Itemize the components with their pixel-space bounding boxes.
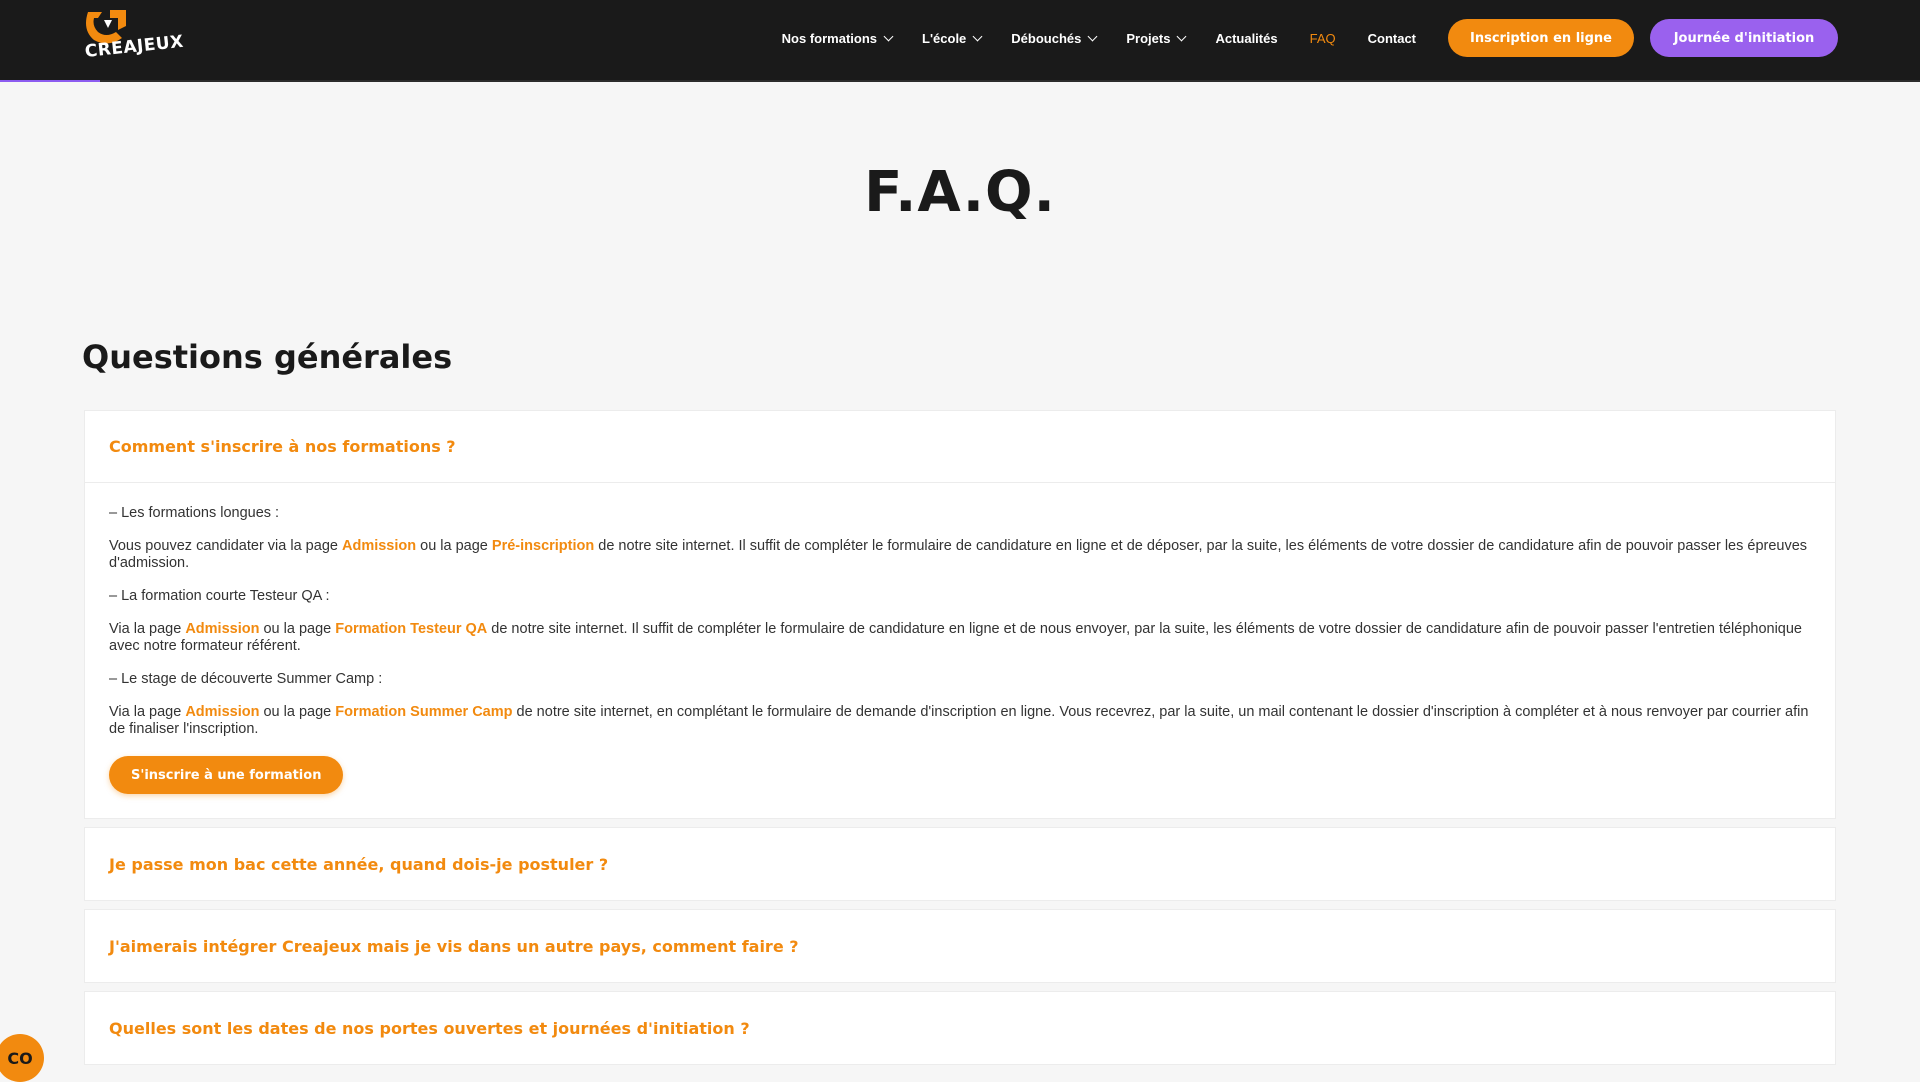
- section-title: Questions générales: [82, 338, 453, 376]
- nav-label: FAQ: [1309, 30, 1336, 46]
- faq-question-toggle[interactable]: Quelles sont les dates de nos portes ouv…: [85, 992, 1835, 1064]
- nav-item-contact[interactable]: Contact: [1368, 0, 1416, 76]
- nav-item-ecole[interactable]: L'école: [922, 0, 983, 76]
- chevron-down-icon: [883, 31, 894, 41]
- creajeux-logo[interactable]: CREAJEUX: [82, 8, 212, 72]
- sinscrire-formation-button[interactable]: S'inscrire à une formation: [109, 756, 344, 794]
- nav-label: Projets: [1126, 30, 1171, 46]
- answer-paragraph: Via la page Admission ou la page Formati…: [109, 621, 1811, 655]
- cookie-consent-badge[interactable]: CO: [0, 1034, 44, 1082]
- nav-label: Actualités: [1215, 30, 1278, 46]
- faq-question-toggle[interactable]: Comment s'inscrire à nos formations ?: [85, 411, 1835, 483]
- nav-label: L'école: [922, 30, 967, 46]
- answer-text: ou la page: [416, 538, 492, 554]
- nav-item-debouches[interactable]: Débouchés: [1011, 0, 1098, 76]
- formation-summer-camp-link[interactable]: Formation Summer Camp: [335, 704, 512, 720]
- faq-question-toggle[interactable]: Je passe mon bac cette année, quand dois…: [85, 828, 1835, 900]
- nav-label: Contact: [1367, 30, 1416, 46]
- faq-item: Je passe mon bac cette année, quand dois…: [84, 827, 1836, 901]
- answer-text: Via la page: [109, 621, 186, 637]
- chevron-down-icon: [972, 31, 983, 41]
- page-title: F.A.Q.: [864, 160, 1056, 225]
- answer-text: ou la page: [259, 704, 336, 720]
- answer-text: Via la page: [109, 704, 186, 720]
- journee-initiation-button[interactable]: Journée d'initiation: [1650, 19, 1838, 57]
- pre-inscription-link[interactable]: Pré-inscription: [492, 538, 594, 554]
- faq-item: J'aimerais intégrer Creajeux mais je vis…: [84, 909, 1836, 983]
- faq-answer: – Les formations longues : Vous pouvez c…: [85, 483, 1835, 818]
- answer-paragraph: Vous pouvez candidater via la page Admis…: [109, 538, 1811, 572]
- answer-heading: – Le stage de découverte Summer Camp :: [109, 671, 383, 687]
- faq-question-toggle[interactable]: J'aimerais intégrer Creajeux mais je vis…: [85, 910, 1835, 982]
- formation-testeur-qa-link[interactable]: Formation Testeur QA: [335, 621, 487, 637]
- nav-item-faq[interactable]: FAQ: [1310, 0, 1336, 76]
- admission-link[interactable]: Admission: [185, 704, 259, 720]
- nav-item-actualites[interactable]: Actualités: [1215, 0, 1277, 76]
- nav-label: Nos formations: [781, 30, 878, 46]
- admission-link[interactable]: Admission: [185, 621, 259, 637]
- nav-item-formations[interactable]: Nos formations: [781, 0, 894, 76]
- faq-item: Comment s'inscrire à nos formations ? – …: [84, 410, 1836, 819]
- nav-label: Débouchés: [1011, 30, 1082, 46]
- chevron-down-icon: [1177, 31, 1187, 41]
- nav-item-projets[interactable]: Projets: [1126, 0, 1187, 76]
- faq-list: Comment s'inscrire à nos formations ? – …: [84, 410, 1836, 1073]
- answer-heading: – Les formations longues :: [109, 505, 280, 521]
- chevron-down-icon: [1087, 31, 1098, 41]
- main-nav: Nos formations L'école Débouchés Projets…: [782, 0, 1920, 76]
- faq-item: Quelles sont les dates de nos portes ouv…: [84, 991, 1836, 1065]
- answer-text: ou la page: [259, 621, 336, 637]
- answer-text: Vous pouvez candidater via la page: [109, 538, 342, 554]
- answer-heading: – La formation courte Testeur QA :: [109, 588, 330, 604]
- header-accent-line: [0, 80, 100, 82]
- site-header: CREAJEUX Nos formations L'école Débouché…: [0, 0, 1920, 82]
- inscription-en-ligne-button[interactable]: Inscription en ligne: [1448, 19, 1634, 57]
- admission-link[interactable]: Admission: [342, 538, 416, 554]
- answer-paragraph: Via la page Admission ou la page Formati…: [109, 704, 1811, 738]
